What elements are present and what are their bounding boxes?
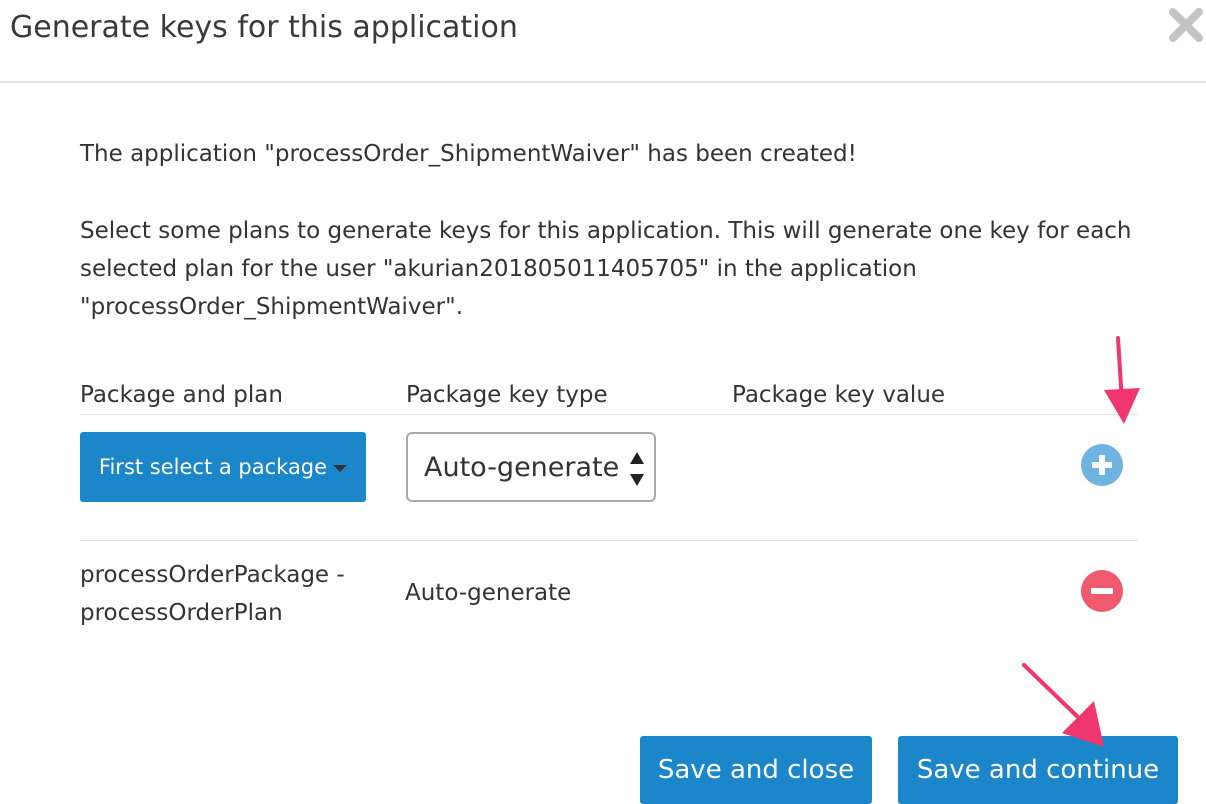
header-divider [0,81,1206,83]
select-package-dropdown[interactable]: First select a package [80,432,366,502]
annotation-arrow-icon [1104,336,1140,424]
save-and-close-button[interactable]: Save and close [640,736,872,804]
modal-title: Generate keys for this application [10,10,518,45]
row-package-plan-line1: processOrderPackage - [80,562,345,588]
key-type-select[interactable]: Auto-generate [406,432,656,502]
row-package-plan-line2: processOrderPlan [80,600,283,626]
add-row-button[interactable] [1081,444,1123,486]
close-icon[interactable] [1167,6,1205,44]
created-message: The application "processOrder_ShipmentWa… [80,141,857,167]
table-row-divider [80,540,1138,541]
remove-row-button[interactable] [1081,570,1123,612]
save-and-continue-button[interactable]: Save and continue [898,736,1178,804]
column-header-key-type: Package key type [406,382,608,408]
select-arrows-icon [630,452,644,486]
minus-icon [1091,588,1113,594]
caret-down-icon [333,465,348,472]
column-header-package-plan: Package and plan [80,382,283,408]
instructions-message: Select some plans to generate keys for t… [80,218,1132,320]
select-package-label: First select a package [98,455,328,479]
column-header-key-value: Package key value [732,382,946,408]
table-header-divider [80,414,1138,415]
row-key-type: Auto-generate [405,580,572,606]
key-type-selected-value: Auto-generate [424,451,620,483]
